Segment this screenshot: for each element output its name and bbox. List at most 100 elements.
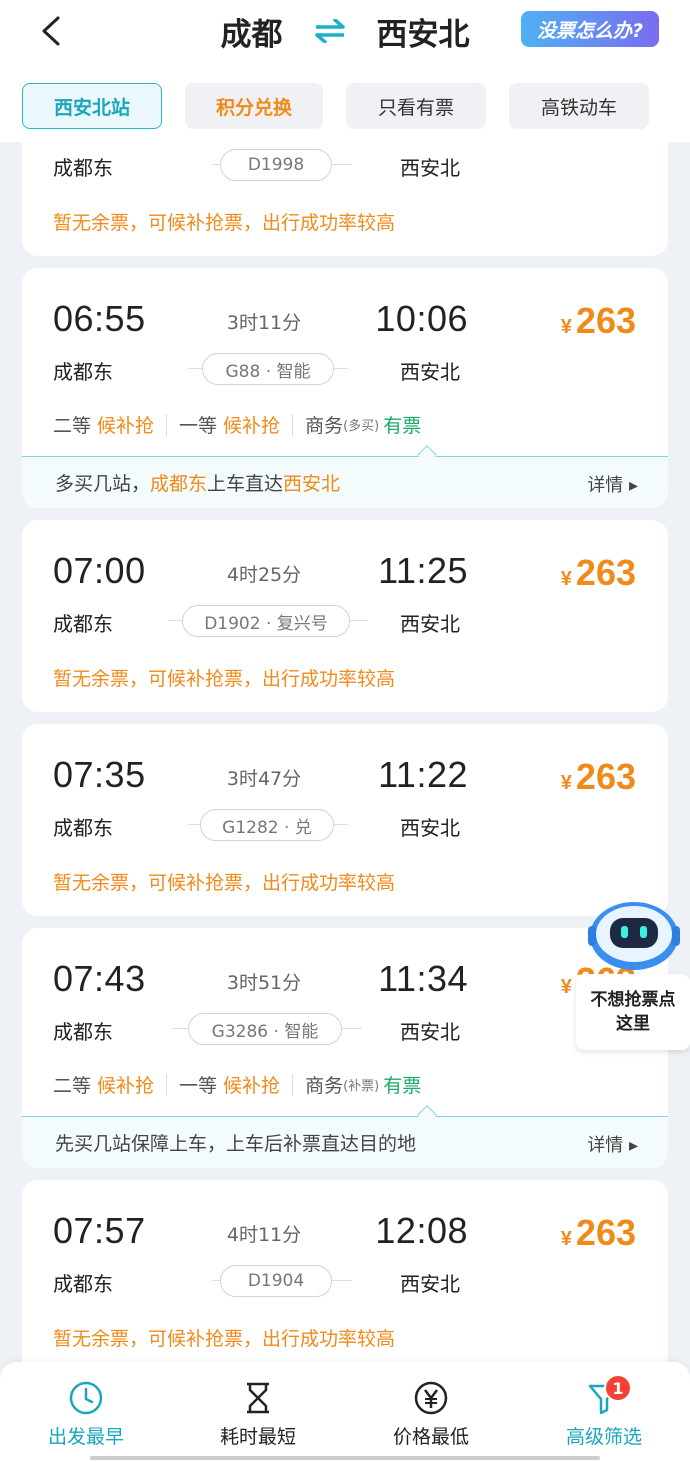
- destination-city[interactable]: 西安北: [377, 9, 470, 54]
- arrival-time: 10:06: [375, 298, 468, 339]
- tip-row[interactable]: 多买几站， 成都东 上车直达 西安北 详情 ▸: [22, 445, 668, 508]
- seat-note: (多买): [343, 419, 380, 434]
- details-link[interactable]: 详情 ▸: [587, 1131, 638, 1157]
- divider: [292, 1073, 294, 1096]
- details-link[interactable]: 详情 ▸: [587, 471, 638, 497]
- tip-from-station: 成都东: [150, 473, 208, 495]
- hourglass-icon: [247, 1382, 269, 1414]
- seat-status-first[interactable]: 候补抢: [223, 411, 280, 438]
- tip-notch: [417, 445, 437, 465]
- arrival-station: 西安北: [400, 1020, 460, 1044]
- arrival-station: 西安北: [400, 156, 460, 180]
- tab-label: 价格最低: [392, 1426, 469, 1448]
- train-card[interactable]: 成都东 D1998 西安北 暂无余票，可候补抢票，出行成功率较高: [22, 142, 668, 256]
- train-number: D1998: [220, 149, 332, 181]
- price: ¥263: [561, 552, 636, 594]
- price: ¥263: [561, 1212, 636, 1254]
- train-card[interactable]: 07:00 4时25分 11:25 ¥263 成都东 D1902 · 复兴号 西…: [22, 520, 668, 712]
- currency-symbol: ¥: [560, 568, 572, 590]
- tip-to-station: 西安北: [283, 473, 341, 495]
- seat-class-second: 二等: [53, 1075, 92, 1097]
- robot-assistant-icon[interactable]: [588, 896, 680, 972]
- robot-tip-line2: 这里: [616, 1014, 650, 1034]
- waitlist-message: 暂无余票，可候补抢票，出行成功率较高: [53, 668, 396, 690]
- departure-time: 06:55: [53, 298, 146, 339]
- filter-chip-points[interactable]: 积分兑换: [185, 83, 323, 129]
- arrival-time: 11:25: [378, 550, 468, 591]
- home-indicator: [90, 1456, 600, 1460]
- filter-chip-available-only[interactable]: 只看有票: [346, 83, 486, 129]
- no-ticket-help-button[interactable]: 没票怎么办?: [521, 11, 659, 47]
- departure-time: 07:00: [53, 550, 146, 591]
- departure-station: 成都东: [53, 1272, 113, 1296]
- price: ¥263: [561, 756, 636, 798]
- departure-time: 07:35: [53, 754, 146, 795]
- robot-tooltip[interactable]: 不想抢票点 这里: [576, 974, 690, 1050]
- currency-symbol: ¥: [560, 316, 572, 338]
- departure-time: 07:57: [53, 1210, 146, 1251]
- seat-status-first[interactable]: 候补抢: [223, 1071, 280, 1098]
- divider: [166, 413, 168, 436]
- tip-text: 先买几站保障上车，上车后补票直达目的地: [55, 1133, 417, 1155]
- clock-icon: [69, 1381, 103, 1415]
- departure-time: 07:43: [53, 958, 146, 999]
- swap-icon[interactable]: [313, 19, 347, 43]
- train-number: D1902 · 复兴号: [182, 605, 350, 637]
- seat-availability: 二等 候补抢 一等 候补抢 商务 (补票) 有票: [53, 1071, 421, 1098]
- seat-status-second[interactable]: 候补抢: [97, 411, 154, 438]
- train-card[interactable]: 07:35 3时47分 11:22 ¥263 成都东 G1282 · 兑 西安北…: [22, 724, 668, 916]
- price-value: 263: [575, 1212, 636, 1253]
- tip-prefix: 多买几站，: [55, 473, 151, 495]
- arrival-station: 西安北: [400, 612, 460, 636]
- tab-lowest-price[interactable]: 价格最低: [361, 1380, 501, 1449]
- waitlist-message: 暂无余票，可候补抢票，出行成功率较高: [53, 872, 396, 894]
- arrival-station: 西安北: [400, 360, 460, 384]
- seat-status-second[interactable]: 候补抢: [97, 1071, 154, 1098]
- train-number: D1904: [220, 1265, 332, 1297]
- tab-label: 耗时最短: [219, 1426, 296, 1448]
- duration: 3时11分: [226, 312, 302, 334]
- train-card[interactable]: 07:43 3时51分 11:34 ¥263 成都东 G3286 · 智能 西安…: [22, 928, 668, 1168]
- tab-earliest-departure[interactable]: 出发最早: [16, 1380, 156, 1449]
- train-number: G3286 · 智能: [188, 1013, 342, 1045]
- train-card[interactable]: 06:55 3时11分 10:06 ¥263 成都东 G88 · 智能 西安北 …: [22, 268, 668, 508]
- price-value: 263: [575, 552, 636, 593]
- seat-status-business[interactable]: 有票: [383, 411, 421, 438]
- tab-advanced-filter[interactable]: 高级筛选 1: [534, 1374, 674, 1449]
- seat-status-business[interactable]: 有票: [383, 1071, 421, 1098]
- waitlist-message: 暂无余票，可候补抢票，出行成功率较高: [53, 1328, 396, 1350]
- arrival-time: 11:34: [378, 958, 468, 999]
- origin-city[interactable]: 成都: [221, 9, 283, 54]
- tab-label: 出发最早: [47, 1426, 124, 1448]
- arrival-time: 12:08: [375, 1210, 468, 1251]
- currency-symbol: ¥: [560, 772, 572, 794]
- seat-class-first: 一等: [179, 1075, 218, 1097]
- train-number: G1282 · 兑: [200, 809, 334, 841]
- price: ¥263: [561, 300, 636, 342]
- filter-bar: 西安北站 积分兑换 只看有票 高铁动车: [0, 70, 690, 142]
- train-number: G88 · 智能: [202, 353, 334, 385]
- waitlist-message: 暂无余票，可候补抢票，出行成功率较高: [53, 212, 396, 234]
- departure-station: 成都东: [53, 360, 113, 384]
- filter-chip-high-speed[interactable]: 高铁动车: [509, 83, 649, 129]
- departure-station: 成都东: [53, 816, 113, 840]
- duration: 4时11分: [226, 1224, 302, 1246]
- departure-station: 成都东: [53, 156, 113, 180]
- filter-chip-xian-north[interactable]: 西安北站: [22, 83, 162, 129]
- tip-row[interactable]: 先买几站保障上车，上车后补票直达目的地 详情 ▸: [22, 1105, 668, 1168]
- price-value: 263: [575, 300, 636, 341]
- duration: 4时25分: [226, 564, 302, 586]
- seat-class-first: 一等: [179, 415, 218, 437]
- duration: 3时51分: [226, 972, 302, 994]
- tab-shortest-duration[interactable]: 耗时最短: [188, 1380, 328, 1449]
- top-nav-bar: 成都 西安北 没票怎么办?: [0, 0, 690, 70]
- seat-availability: 二等 候补抢 一等 候补抢 商务 (多买) 有票: [53, 411, 421, 438]
- seat-note: (补票): [343, 1079, 380, 1094]
- divider: [292, 413, 294, 436]
- filter-count-badge: 1: [604, 1374, 632, 1402]
- departure-station: 成都东: [53, 612, 113, 636]
- price-value: 263: [575, 756, 636, 797]
- bottom-sort-bar: 出发最早 耗时最短 价格最低 高级筛选 1: [0, 1362, 690, 1462]
- train-card[interactable]: 07:57 4时11分 12:08 ¥263 成都东 D1904 西安北 暂无余…: [22, 1180, 668, 1380]
- seat-class-second: 二等: [53, 415, 92, 437]
